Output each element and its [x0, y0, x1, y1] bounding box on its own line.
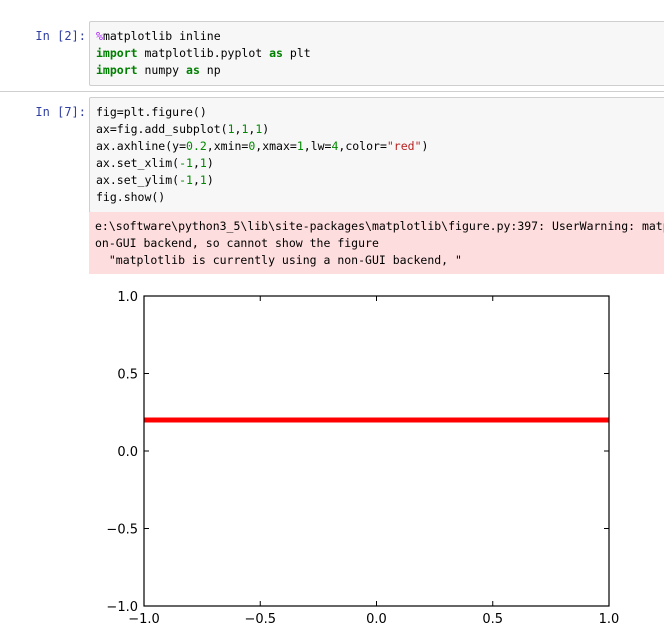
code-token: ,xmax=	[255, 139, 297, 153]
y-tick-label: 0.0	[117, 445, 138, 460]
code-token: 1	[199, 173, 207, 187]
input-prompt: In [7]:	[35, 105, 86, 119]
y-tick-label: −0.5	[106, 523, 138, 538]
code-line: import numpy as np	[96, 62, 664, 79]
code-token: 1	[227, 122, 235, 136]
code-line: ax.axhline(y=0.2,xmin=0,xmax=1,lw=4,colo…	[96, 138, 664, 155]
code-token: ax.set_xlim(	[96, 156, 180, 170]
code-token: )	[421, 139, 429, 153]
x-tick-label: 1.0	[599, 612, 620, 627]
input-prompt: In [2]:	[35, 29, 86, 43]
code-token: -1	[179, 156, 193, 170]
code-token: )	[206, 173, 214, 187]
x-tick-label: 0.5	[482, 612, 503, 627]
cell-divider	[0, 91, 664, 92]
code-token: -1	[179, 173, 193, 187]
code-token: %	[96, 29, 103, 43]
code-token: numpy	[137, 63, 187, 77]
code-token: )	[262, 122, 270, 136]
code-line: ax=fig.add_subplot(1,1,1)	[96, 121, 664, 138]
code-token: matplotlib inline	[102, 29, 221, 43]
code-token: ,lw=	[303, 139, 332, 153]
stderr-output: e:\software\python3_5\lib\site-packages\…	[89, 212, 664, 274]
code-token: as	[269, 46, 283, 60]
code-line: %matplotlib inline	[96, 28, 664, 45]
code-token: 1	[199, 156, 207, 170]
x-tick-label: 0.0	[366, 612, 387, 627]
code-line: import matplotlib.pyplot as plt	[96, 45, 664, 62]
code-line: fig=plt.figure()	[96, 104, 664, 121]
code-token: ,color=	[338, 139, 387, 153]
code-token: fig=plt.figure()	[96, 105, 207, 119]
code-line: ax.set_ylim(-1,1)	[96, 172, 664, 189]
code-line: ax.set_xlim(-1,1)	[96, 155, 664, 172]
code-token: ax.axhline(y=	[96, 139, 187, 153]
code-token: ,xmin=	[206, 139, 249, 153]
code-token: 0.2	[186, 139, 207, 153]
code-token: ax.set_ylim(	[96, 173, 180, 187]
stderr-line: e:\software\python3_5\lib\site-packages\…	[95, 219, 664, 233]
code-token: np	[199, 63, 221, 77]
code-input[interactable]: %matplotlib inline import matplotlib.pypl…	[89, 21, 664, 86]
y-tick-label: 0.5	[117, 368, 138, 383]
code-token: 1	[296, 139, 304, 153]
code-token: matplotlib.pyplot	[137, 46, 270, 60]
code-input[interactable]: fig=plt.figure() ax=fig.add_subplot(1,1,1…	[89, 97, 664, 213]
x-tick-label: −0.5	[244, 612, 276, 627]
matplotlib-figure: −1.0 −0.5 0.0 0.5 1.01.00.50.0−0.5−1.0	[106, 290, 620, 627]
code-token: fig.show()	[96, 190, 166, 204]
code-token: )	[206, 156, 214, 170]
stderr-line: on-GUI backend, so cannot show the figur…	[95, 236, 379, 250]
y-tick-label: 1.0	[117, 290, 138, 305]
code-line: fig.show()	[96, 189, 664, 206]
code-token: ,	[192, 173, 200, 187]
code-token: as	[186, 63, 200, 77]
code-token: import	[96, 63, 138, 77]
code-token: ax=fig.add_subplot(	[96, 122, 228, 136]
code-token: plt	[282, 46, 311, 60]
y-tick-label: −1.0	[106, 600, 138, 615]
stderr-line: "matplotlib is currently using a non-GUI…	[95, 253, 462, 267]
plot-output: −1.0 −0.5 0.0 0.5 1.0 1.0 0.5 0.0 −0.5 −1.0	[89, 280, 664, 633]
code-token: "red"	[386, 139, 422, 153]
code-token: ,	[192, 156, 200, 170]
axes-frame	[143, 295, 610, 607]
code-token: import	[96, 46, 138, 60]
